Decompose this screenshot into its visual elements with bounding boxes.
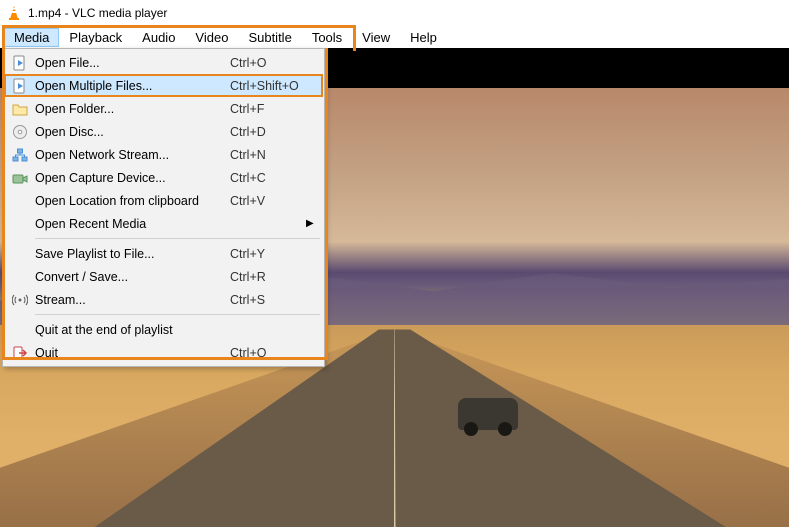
menuitem-label: Open Folder... xyxy=(33,102,230,116)
menuitem-label: Quit xyxy=(33,346,230,360)
menuitem-shortcut: Ctrl+R xyxy=(230,270,320,284)
menuitem-shortcut: Ctrl+F xyxy=(230,102,320,116)
menuitem-open-multiple-files[interactable]: Open Multiple Files...Ctrl+Shift+O xyxy=(5,74,322,97)
menuitem-save-playlist-to-file[interactable]: Save Playlist to File...Ctrl+Y xyxy=(5,242,322,265)
menuitem-label: Open Location from clipboard xyxy=(33,194,230,208)
menu-audio[interactable]: Audio xyxy=(132,28,185,47)
menuitem-label: Open Disc... xyxy=(33,125,230,139)
menu-video[interactable]: Video xyxy=(185,28,238,47)
menubar[interactable]: MediaPlaybackAudioVideoSubtitleToolsView… xyxy=(0,26,789,48)
disc-icon xyxy=(7,124,33,140)
video-car xyxy=(458,398,518,430)
network-icon xyxy=(7,147,33,163)
menuitem-open-disc[interactable]: Open Disc...Ctrl+D xyxy=(5,120,322,143)
menuitem-label: Open Recent Media xyxy=(33,217,216,231)
menu-separator xyxy=(35,238,320,239)
menuitem-open-location-from-clipboard[interactable]: Open Location from clipboardCtrl+V xyxy=(5,189,322,212)
menuitem-quit[interactable]: QuitCtrl+Q xyxy=(5,341,322,364)
menuitem-quit-at-the-end-of-playlist[interactable]: Quit at the end of playlist xyxy=(5,318,322,341)
menuitem-label: Open Network Stream... xyxy=(33,148,230,162)
window-title: 1.mp4 - VLC media player xyxy=(28,6,167,20)
menu-tools[interactable]: Tools xyxy=(302,28,352,47)
file-play-icon xyxy=(7,55,33,71)
menu-playback[interactable]: Playback xyxy=(59,28,132,47)
menuitem-shortcut: Ctrl+Q xyxy=(230,346,320,360)
capture-icon xyxy=(7,170,33,186)
menu-media[interactable]: Media xyxy=(4,28,59,47)
menu-view[interactable]: View xyxy=(352,28,400,47)
menuitem-convert-save[interactable]: Convert / Save...Ctrl+R xyxy=(5,265,322,288)
menuitem-shortcut: Ctrl+D xyxy=(230,125,320,139)
menuitem-open-network-stream[interactable]: Open Network Stream...Ctrl+N xyxy=(5,143,322,166)
menuitem-shortcut: Ctrl+Y xyxy=(230,247,320,261)
menuitem-open-capture-device[interactable]: Open Capture Device...Ctrl+C xyxy=(5,166,322,189)
menuitem-shortcut: Ctrl+C xyxy=(230,171,320,185)
submenu-arrow-icon: ▶ xyxy=(306,218,320,229)
menuitem-label: Convert / Save... xyxy=(33,270,230,284)
menuitem-shortcut: Ctrl+N xyxy=(230,148,320,162)
media-dropdown[interactable]: Open File...Ctrl+OOpen Multiple Files...… xyxy=(2,48,325,367)
quit-icon xyxy=(7,345,33,361)
menuitem-open-recent-media[interactable]: Open Recent Media ▶ xyxy=(5,212,322,235)
file-play-icon xyxy=(7,78,33,94)
menuitem-shortcut: Ctrl+S xyxy=(230,293,320,307)
menuitem-open-folder[interactable]: Open Folder...Ctrl+F xyxy=(5,97,322,120)
menuitem-shortcut: Ctrl+O xyxy=(230,56,320,70)
menu-help[interactable]: Help xyxy=(400,28,447,47)
menuitem-label: Save Playlist to File... xyxy=(33,247,230,261)
menuitem-open-file[interactable]: Open File...Ctrl+O xyxy=(5,51,322,74)
menuitem-stream[interactable]: Stream...Ctrl+S xyxy=(5,288,322,311)
menu-separator xyxy=(35,314,320,315)
stream-icon xyxy=(7,292,33,308)
vlc-cone-icon xyxy=(6,5,22,21)
menu-subtitle[interactable]: Subtitle xyxy=(238,28,301,47)
titlebar: 1.mp4 - VLC media player xyxy=(0,0,789,26)
menuitem-label: Quit at the end of playlist xyxy=(33,323,230,337)
menuitem-label: Open Capture Device... xyxy=(33,171,230,185)
menuitem-shortcut: Ctrl+V xyxy=(230,194,320,208)
folder-icon xyxy=(7,101,33,117)
menuitem-label: Stream... xyxy=(33,293,230,307)
menuitem-label: Open File... xyxy=(33,56,230,70)
menuitem-shortcut: Ctrl+Shift+O xyxy=(230,79,320,93)
menuitem-label: Open Multiple Files... xyxy=(33,79,230,93)
